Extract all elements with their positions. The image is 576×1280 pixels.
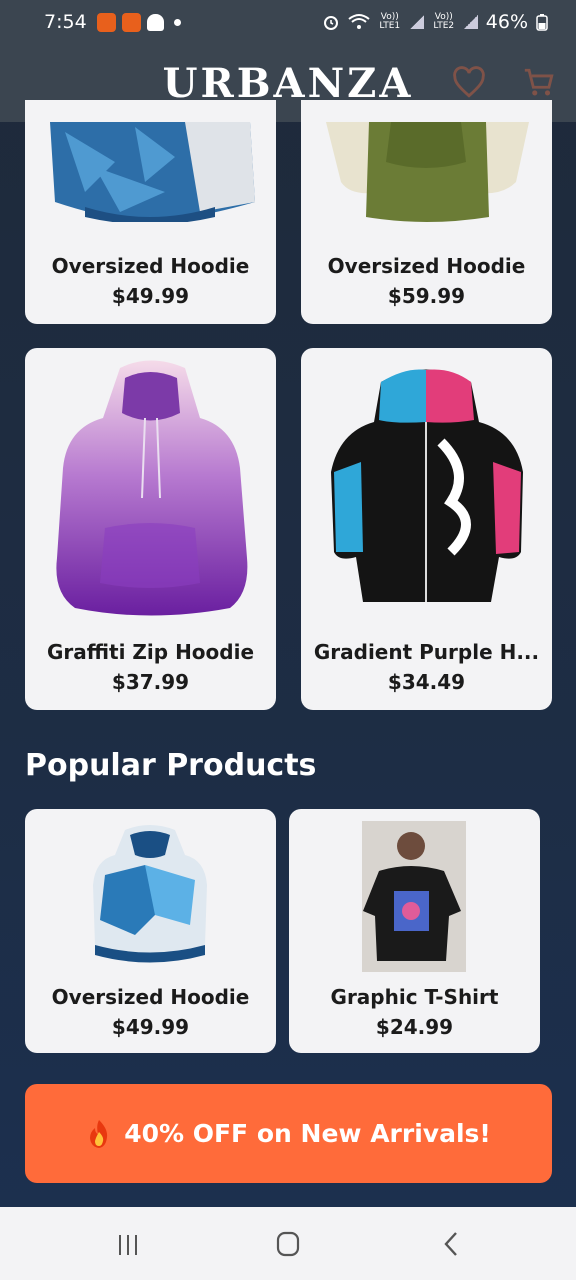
more-notifications-dot (173, 18, 181, 26)
cart-icon[interactable] (522, 66, 556, 100)
sim2-label: Vo)) LTE2 (433, 12, 455, 31)
app-notification-icon (121, 12, 141, 32)
promo-banner[interactable]: 40% OFF on New Arrivals! (25, 1084, 552, 1183)
status-bar: 7:54 Vo)) LTE1 Vo)) LTE2 46% (0, 0, 576, 44)
sim1-label: Vo)) LTE1 (379, 12, 401, 31)
product-name: Oversized Hoodie (327, 254, 526, 278)
home-icon[interactable] (268, 1227, 308, 1261)
product-name: Oversized Hoodie (51, 985, 250, 1009)
product-image (331, 369, 523, 602)
product-image (56, 360, 248, 616)
fire-icon (90, 1119, 108, 1148)
popular-product-card[interactable]: Oversized Hoodie $49.99 (25, 809, 276, 1053)
product-price: $34.49 (387, 670, 466, 694)
product-card[interactable]: Oversized Hoodie $49.99 (25, 100, 276, 324)
product-card[interactable]: Graffiti Zip Hoodie $37.99 (25, 348, 276, 710)
system-nav-bar (0, 1207, 576, 1280)
recents-icon[interactable] (108, 1227, 148, 1261)
battery-icon (536, 14, 548, 31)
product-image (50, 122, 255, 222)
product-card[interactable]: Gradient Purple H... $34.49 (301, 348, 552, 710)
section-title-popular: Popular Products (25, 748, 317, 783)
product-name: Graphic T-Shirt (330, 985, 499, 1009)
product-price: $59.99 (387, 284, 466, 308)
product-name: Graffiti Zip Hoodie (46, 640, 255, 664)
back-icon[interactable] (430, 1227, 470, 1261)
status-indicators: Vo)) LTE1 Vo)) LTE2 46% (322, 11, 548, 33)
battery-percent: 46% (485, 11, 528, 33)
product-image (326, 122, 529, 222)
product-price: $37.99 (111, 670, 190, 694)
product-card[interactable]: Oversized Hoodie $59.99 (301, 100, 552, 324)
signal-icon (409, 15, 424, 29)
app-notification-icon (96, 12, 116, 32)
product-image (362, 821, 466, 972)
product-price: $49.99 (111, 284, 190, 308)
status-time: 7:54 (44, 11, 87, 33)
product-price: $49.99 (111, 1015, 190, 1039)
product-name: Gradient Purple H... (313, 640, 540, 664)
snapchat-icon (146, 13, 164, 31)
signal-icon (463, 15, 478, 29)
wifi-icon (348, 14, 370, 29)
heart-icon[interactable] (452, 66, 486, 100)
product-price: $24.99 (375, 1015, 454, 1039)
promo-text: 40% OFF on New Arrivals! (124, 1119, 491, 1148)
product-image (93, 825, 207, 963)
popular-product-card[interactable]: Graphic T-Shirt $24.99 (289, 809, 540, 1053)
alarm-icon (323, 16, 338, 30)
product-name: Oversized Hoodie (51, 254, 250, 278)
